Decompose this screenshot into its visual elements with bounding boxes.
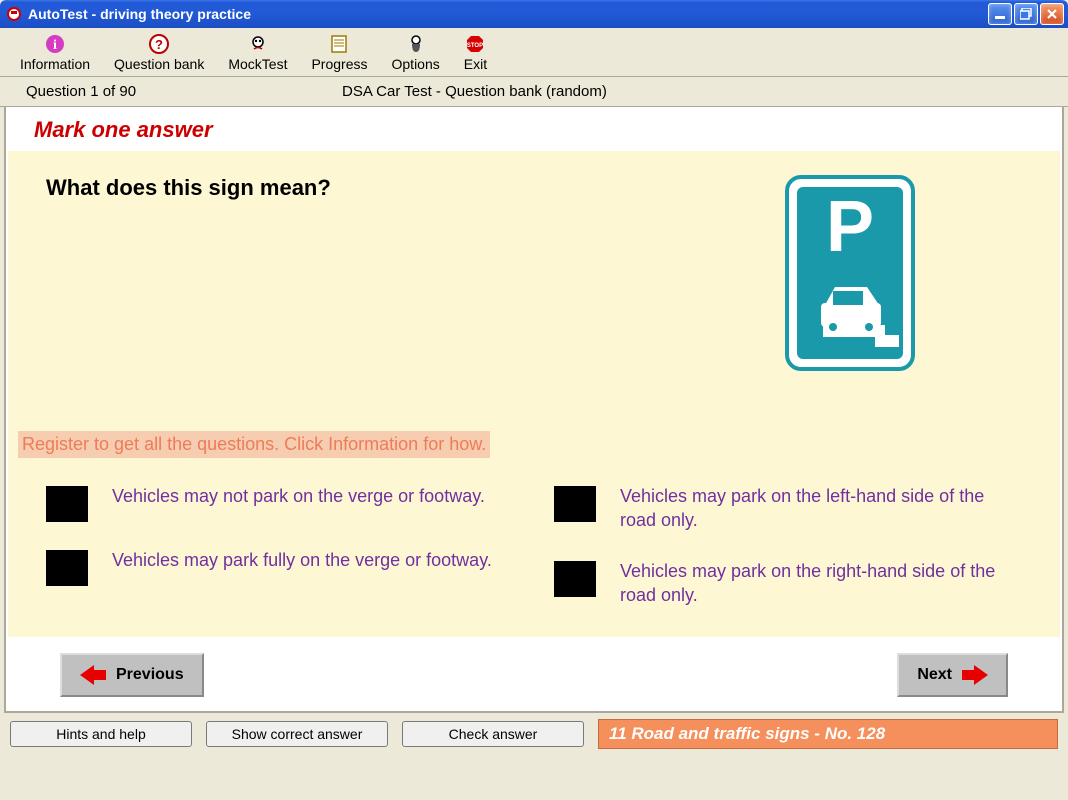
toolbar-options[interactable]: Options [380,32,452,74]
answer-checkbox[interactable] [46,550,88,586]
toolbar: i Information ? Question bank MockTest P… [0,28,1068,77]
svg-text:i: i [53,38,57,53]
toolbar-exit[interactable]: STOP Exit [452,32,499,74]
next-label: Next [917,666,952,684]
mocktest-icon [248,34,268,54]
toolbar-label: Options [392,56,440,72]
minimize-button[interactable] [988,3,1012,25]
toolbar-label: Information [20,56,90,72]
answer-option[interactable]: Vehicles may not park on the verge or fo… [46,484,514,522]
toolbar-label: MockTest [228,56,287,72]
answer-text: Vehicles may not park on the verge or fo… [112,484,485,508]
app-icon [6,6,22,22]
toolbar-label: Exit [464,56,487,72]
answer-text: Vehicles may park on the right-hand side… [620,559,1022,608]
options-icon [406,34,426,54]
question-bank-icon: ? [149,34,169,54]
answer-checkbox[interactable] [46,486,88,522]
answer-checkbox[interactable] [554,561,596,597]
progress-icon [329,34,349,54]
toolbar-mocktest[interactable]: MockTest [216,32,299,74]
previous-label: Previous [116,666,184,684]
svg-text:P: P [826,187,874,267]
category-bar: 11 Road and traffic signs - No. 128 [598,719,1058,749]
nav-row: Previous Next [6,637,1062,711]
answer-option[interactable]: Vehicles may park on the right-hand side… [554,559,1022,608]
window-controls [988,3,1064,25]
toolbar-label: Progress [311,56,367,72]
answer-checkbox[interactable] [554,486,596,522]
info-icon: i [45,34,65,54]
toolbar-question-bank[interactable]: ? Question bank [102,32,216,74]
hints-button[interactable]: Hints and help [10,721,192,747]
question-text: What does this sign mean? [18,175,650,371]
arrow-left-icon [80,665,106,685]
answers-grid: Vehicles may not park on the verge or fo… [18,484,1050,607]
register-notice: Register to get all the questions. Click… [18,431,490,458]
arrow-right-icon [962,665,988,685]
toolbar-progress[interactable]: Progress [299,32,379,74]
previous-button[interactable]: Previous [60,653,204,697]
road-sign-image: P [785,175,915,371]
bottom-row: Hints and help Show correct answer Check… [0,713,1068,757]
instruction-text: Mark one answer [6,107,1062,151]
answer-text: Vehicles may park on the left-hand side … [620,484,1022,533]
toolbar-label: Question bank [114,56,204,72]
test-mode-label: DSA Car Test - Question bank (random) [342,83,1056,100]
question-counter: Question 1 of 90 [12,83,342,100]
next-button[interactable]: Next [897,653,1008,697]
titlebar: AutoTest - driving theory practice [0,0,1068,28]
show-correct-button[interactable]: Show correct answer [206,721,388,747]
window-title: AutoTest - driving theory practice [28,6,988,22]
restore-button[interactable] [1014,3,1038,25]
question-area: What does this sign mean? P [8,151,1060,637]
status-strip: Question 1 of 90 DSA Car Test - Question… [0,77,1068,107]
answer-option[interactable]: Vehicles may park fully on the verge or … [46,548,514,586]
answer-option[interactable]: Vehicles may park on the left-hand side … [554,484,1022,533]
answer-text: Vehicles may park fully on the verge or … [112,548,492,572]
check-answer-button[interactable]: Check answer [402,721,584,747]
stop-icon: STOP [465,34,485,54]
svg-text:STOP: STOP [467,43,483,49]
content-panel: Mark one answer What does this sign mean… [4,107,1064,713]
close-button[interactable] [1040,3,1064,25]
svg-text:?: ? [155,37,163,52]
toolbar-information[interactable]: i Information [8,32,102,74]
